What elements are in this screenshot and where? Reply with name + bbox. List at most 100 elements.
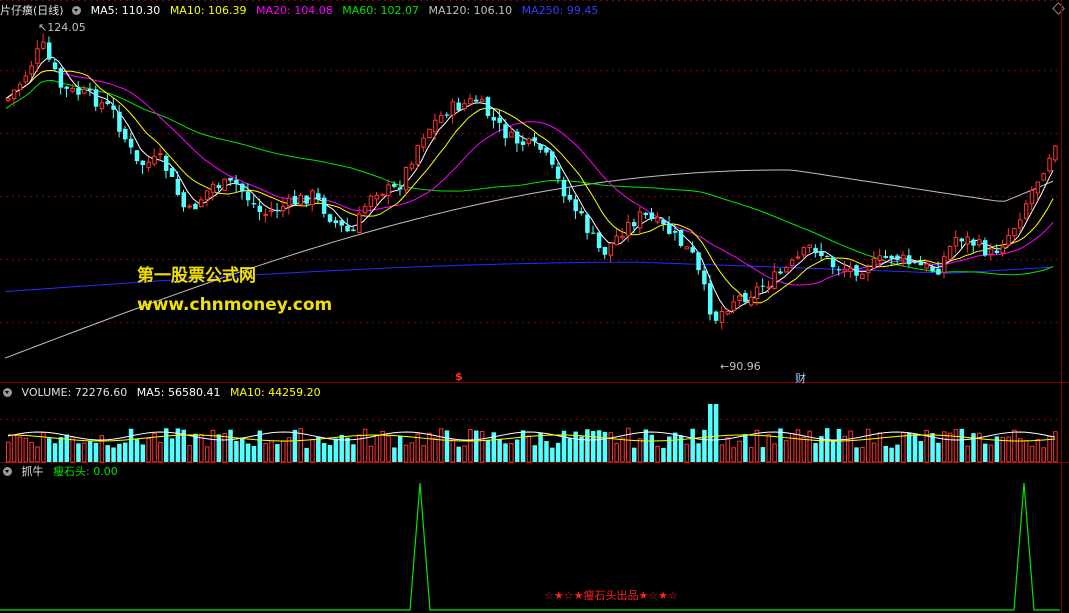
volume-bar — [210, 429, 216, 463]
price-chart[interactable] — [0, 0, 1069, 383]
volume-bar — [778, 428, 783, 462]
volume-bar — [11, 435, 17, 463]
candle-body — [1029, 189, 1035, 204]
candle-body — [842, 268, 848, 272]
candle-body — [1012, 227, 1017, 237]
volume-bar — [327, 445, 333, 462]
candle-body — [485, 97, 491, 116]
candle-body — [772, 271, 777, 290]
volume-bar — [23, 437, 29, 463]
volume-bar — [409, 442, 415, 463]
volume-bar — [497, 438, 502, 462]
candle-body — [23, 75, 29, 83]
candle-body — [930, 266, 935, 272]
candle-body — [544, 147, 549, 153]
volume-bar — [690, 428, 695, 462]
volume-bar — [555, 442, 561, 462]
candle-body — [830, 257, 836, 268]
volume-bar — [111, 447, 116, 462]
volume-bar — [216, 434, 222, 462]
candle-body — [655, 216, 660, 223]
volume-bar — [427, 432, 432, 463]
candle-body — [6, 98, 11, 101]
volume-bar — [82, 442, 87, 463]
volume-bar — [87, 440, 93, 462]
candle-body — [760, 285, 766, 287]
candle-body — [579, 211, 584, 214]
volume-bar — [661, 447, 666, 462]
candle-body — [807, 244, 812, 248]
candle-body — [825, 255, 830, 257]
volume-bar — [596, 430, 602, 462]
volume-bar — [163, 428, 169, 462]
candle-body — [895, 255, 900, 260]
candle-body — [526, 138, 532, 144]
candle-body — [263, 213, 268, 216]
candle-body — [298, 194, 303, 205]
candle-body — [310, 190, 315, 206]
candle-body — [988, 248, 994, 255]
candle-body — [649, 212, 654, 220]
ma20-line — [5, 69, 1054, 286]
volume-bar — [316, 437, 321, 462]
volume-bar — [801, 436, 807, 463]
candle-body — [778, 271, 783, 274]
volume-bar — [310, 439, 315, 463]
volume-bar — [275, 444, 280, 462]
candle-body — [555, 166, 561, 179]
candle-body — [585, 214, 590, 233]
candle-body — [561, 179, 567, 197]
candle-body — [397, 187, 403, 190]
volume-bar — [474, 430, 479, 462]
candle-body — [251, 203, 257, 205]
volume-bar — [117, 443, 122, 462]
candle-body — [58, 68, 64, 88]
candle-body — [304, 195, 309, 204]
candle-body — [409, 163, 415, 169]
volume-bar — [76, 443, 81, 462]
candle-body — [871, 257, 877, 269]
candle-body — [228, 177, 233, 181]
volume-bar — [58, 437, 64, 462]
volume-bar — [128, 428, 134, 462]
volume-bar — [643, 429, 649, 462]
candle-body — [731, 301, 736, 311]
indicator-chart[interactable] — [0, 463, 1069, 613]
candle-body — [357, 213, 362, 233]
candle-body — [362, 206, 368, 214]
candle-body — [222, 178, 227, 191]
volume-bar — [514, 439, 520, 462]
candle-body — [953, 236, 959, 247]
volume-bar — [6, 441, 11, 463]
volume-chart[interactable] — [0, 383, 1069, 463]
volume-bar — [386, 435, 391, 463]
volume-bar — [204, 446, 210, 463]
candle-body — [702, 270, 707, 285]
candle-body — [766, 286, 771, 289]
candle-body — [567, 194, 573, 200]
candle-body — [421, 137, 426, 148]
volume-bar — [889, 447, 894, 462]
candle-body — [509, 131, 514, 138]
candle-body — [339, 220, 344, 226]
candle-body — [257, 205, 263, 213]
volume-bar — [602, 431, 608, 462]
candle-body — [748, 296, 754, 306]
volume-bar — [123, 442, 128, 462]
volume-bar — [825, 428, 830, 462]
dividend-marker[interactable]: $ — [455, 370, 463, 383]
candle-body — [1041, 173, 1046, 181]
candle-body — [503, 124, 508, 139]
volume-bar — [830, 439, 836, 462]
volume-bar — [251, 445, 257, 462]
candle-body — [70, 87, 75, 92]
candle-body — [199, 199, 204, 208]
candle-body — [158, 153, 163, 156]
low-price-label: ←90.96 — [720, 360, 761, 373]
volume-bar — [392, 447, 397, 462]
candle-body — [538, 143, 543, 150]
candle-body — [450, 101, 456, 116]
volume-bar — [947, 432, 953, 463]
candle-body — [667, 223, 672, 234]
candle-body — [380, 193, 385, 196]
